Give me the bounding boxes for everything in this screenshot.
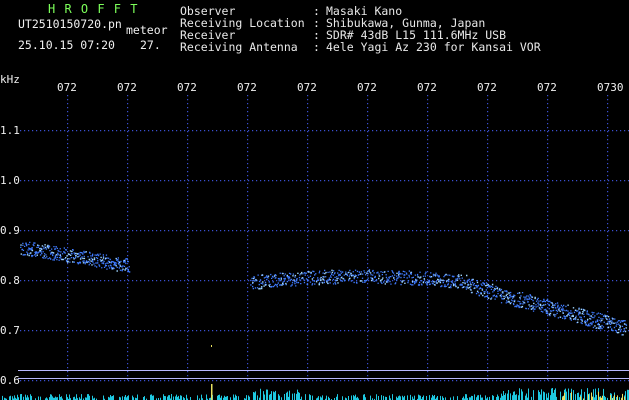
y-tick-label: 1.1 bbox=[0, 124, 20, 137]
spectrogram-plot: kHz 1.1 1.0 0.9 0.8 0.7 0.6 072 072 072 072 072 072… bbox=[0, 73, 629, 400]
baseline-line bbox=[18, 370, 629, 371]
x-tick-label: 072 bbox=[117, 81, 137, 94]
noise-spike bbox=[211, 345, 212, 347]
x-tick-label: 072 bbox=[417, 81, 437, 94]
x-tick-label: 072 bbox=[57, 81, 77, 94]
y-tick-label: 0.6 bbox=[0, 374, 20, 387]
y-tick-label: 0.7 bbox=[0, 324, 20, 337]
grid-dot-path bbox=[20, 95, 629, 382]
noise-spike bbox=[211, 384, 213, 400]
x-tick-label: 072 bbox=[177, 81, 197, 94]
x-tick-label: 072 bbox=[297, 81, 317, 94]
axes-labels: kHz 1.1 1.0 0.9 0.8 0.7 0.6 072 072 072 072 072 072… bbox=[0, 73, 624, 387]
signal-dots bbox=[20, 241, 628, 336]
y-tick-label: 0.8 bbox=[0, 274, 20, 287]
y-tick-label: 0.9 bbox=[0, 224, 20, 237]
bottom-noise-band bbox=[2, 345, 629, 400]
signal-dots-bright bbox=[20, 244, 627, 336]
meteor-echo-trace bbox=[20, 241, 628, 336]
hrofft-spectrogram-window: H R O F F T UT2510150720.pn meteor 25.10… bbox=[0, 0, 629, 400]
baseline-line bbox=[18, 378, 629, 379]
x-tick-label: 072 bbox=[237, 81, 257, 94]
x-tick-label: 072 bbox=[357, 81, 377, 94]
y-tick-label: 1.0 bbox=[0, 174, 20, 187]
grid-dots bbox=[20, 95, 629, 382]
y-unit-label: kHz bbox=[0, 73, 20, 86]
x-tick-label: 0730 bbox=[597, 81, 624, 94]
noise-bars bbox=[2, 388, 629, 400]
x-tick-label: 072 bbox=[537, 81, 557, 94]
x-tick-label: 072 bbox=[477, 81, 497, 94]
